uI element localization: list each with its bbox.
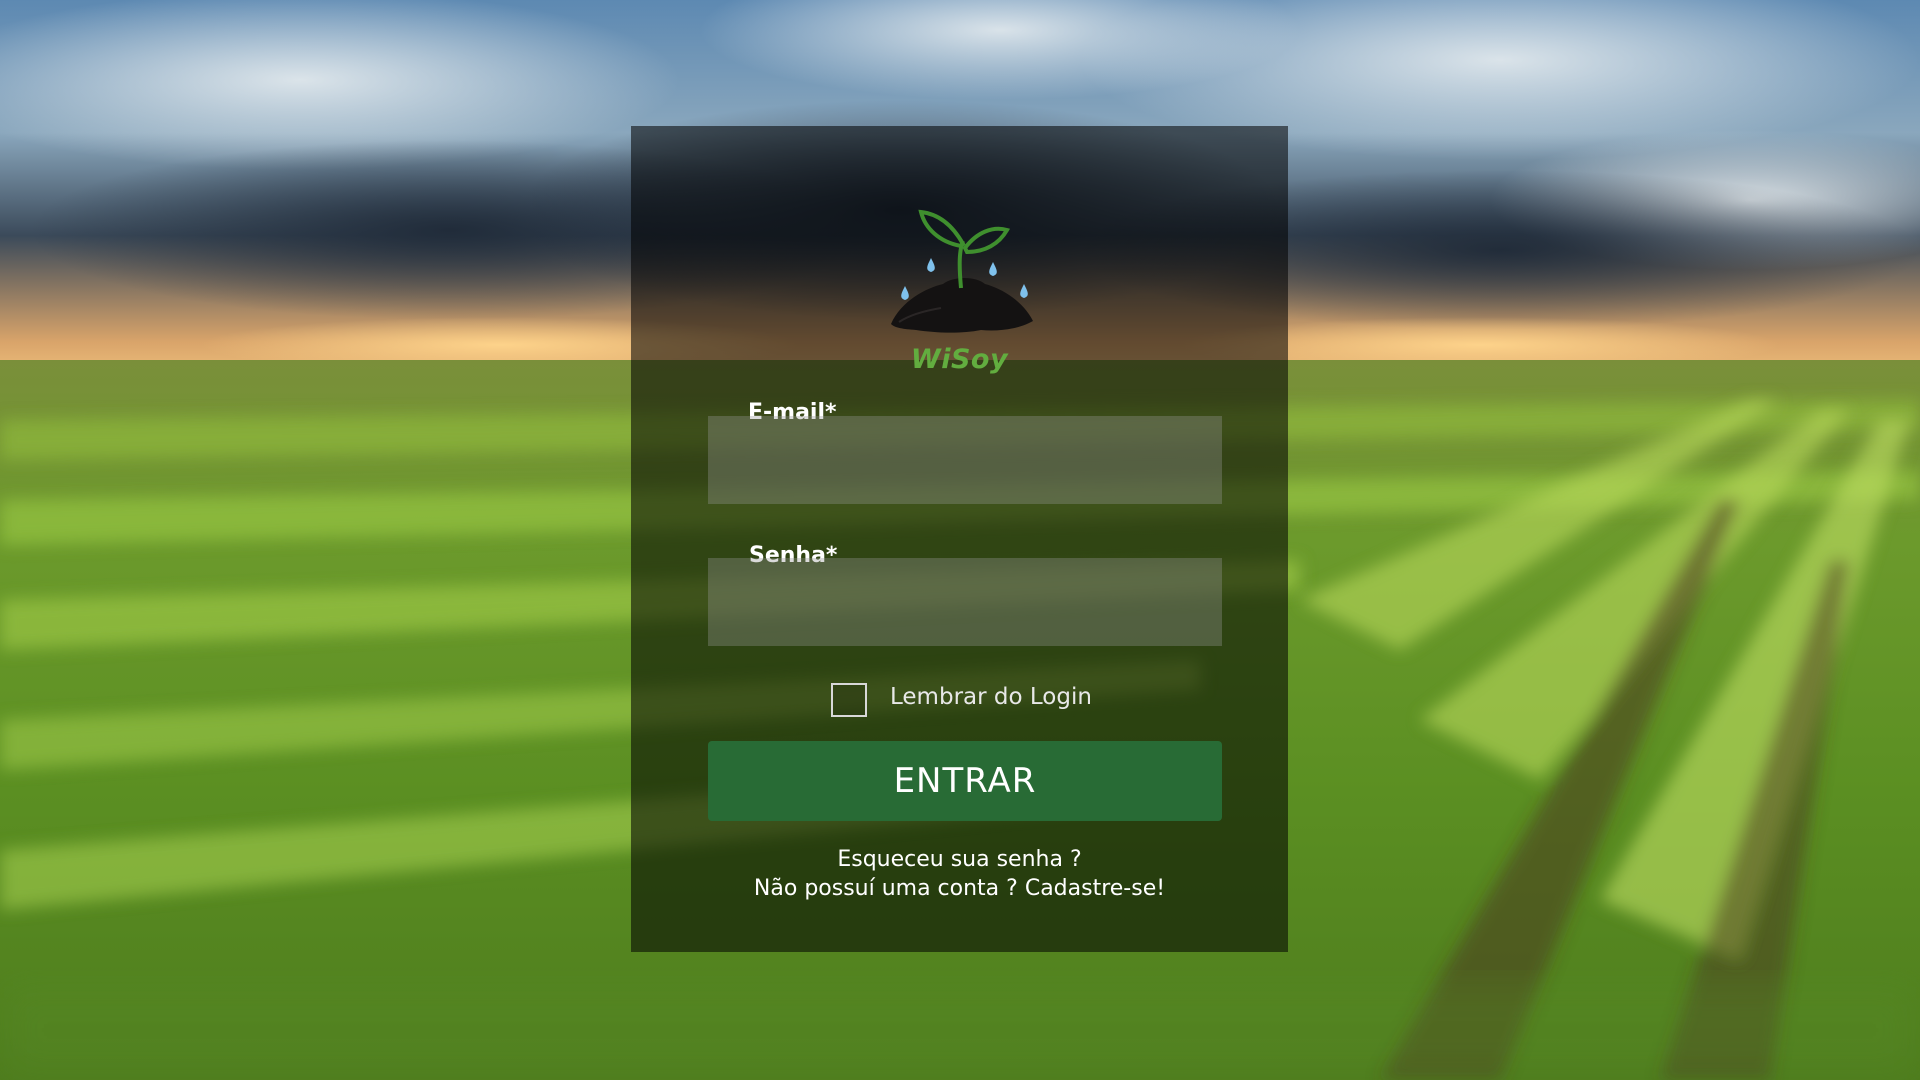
remember-checkbox[interactable] xyxy=(831,683,867,717)
password-field[interactable] xyxy=(708,558,1222,646)
login-panel: WiSoy E-mail* Senha* Lembrar do Login EN… xyxy=(631,126,1288,952)
enter-button[interactable]: ENTRAR xyxy=(708,741,1222,821)
remember-login: Lembrar do Login xyxy=(631,682,1288,722)
forgot-password-link[interactable]: Esqueceu sua senha ? xyxy=(631,845,1288,874)
signup-link[interactable]: Não possuí uma conta ? Cadastre-se! xyxy=(631,874,1288,903)
brand-name: WiSoy xyxy=(910,344,1009,375)
login-screen: WiSoy E-mail* Senha* Lembrar do Login EN… xyxy=(0,0,1920,1080)
account-links: Esqueceu sua senha ? Não possuí uma cont… xyxy=(631,845,1288,903)
seedling-soil-waterdrops-icon xyxy=(891,209,1033,333)
remember-label[interactable]: Lembrar do Login xyxy=(890,684,1092,710)
email-field[interactable] xyxy=(708,416,1222,504)
logo: WiSoy xyxy=(631,196,1288,376)
